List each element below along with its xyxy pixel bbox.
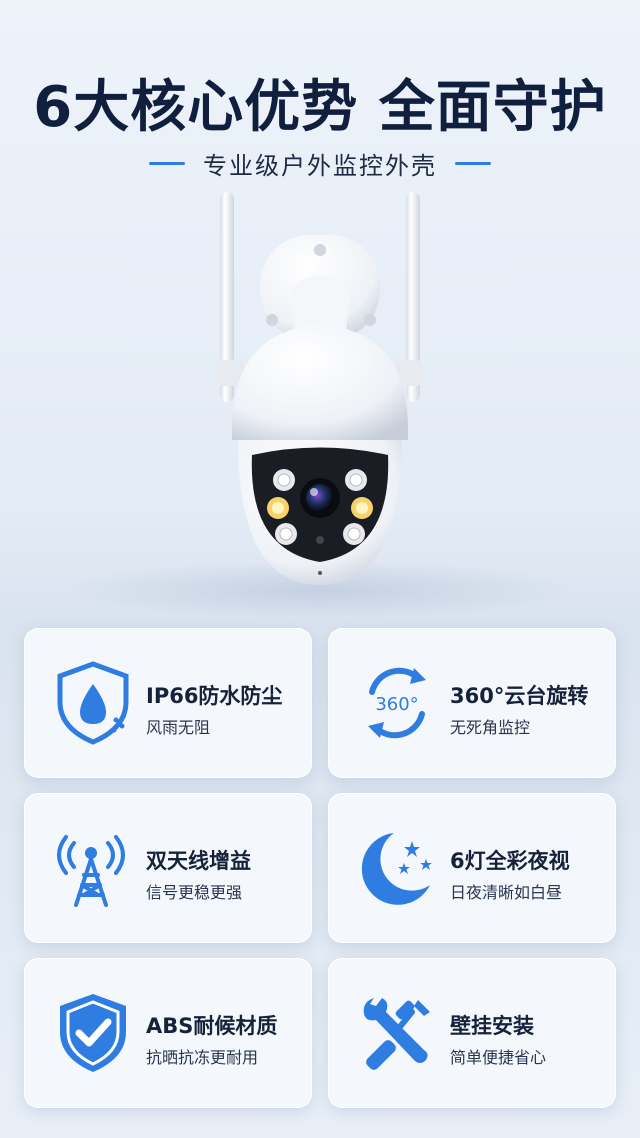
feature-desc: 风雨无阻 — [146, 718, 211, 737]
feature-title: 双天线增益 — [146, 849, 251, 873]
feature-desc: 抗晒抗冻更耐用 — [146, 1048, 259, 1067]
rotate-360-label: 360° — [375, 694, 418, 715]
feature-title: 壁挂安装 — [450, 1014, 534, 1038]
water-shield-icon — [57, 661, 129, 745]
feature-card-mounting: 壁挂安装 简单便捷省心 — [328, 958, 616, 1108]
antenna-tower-icon — [57, 835, 125, 907]
feature-title: 360°云台旋转 — [450, 684, 589, 708]
feature-card-night-vision: 6灯全彩夜视 日夜清晰如白昼 — [328, 793, 616, 943]
tools-icon — [363, 998, 430, 1070]
feature-desc: 信号更稳更强 — [146, 883, 243, 902]
moon-stars-icon — [361, 833, 432, 905]
feature-card-antenna: 双天线增益 信号更稳更强 — [24, 793, 312, 943]
page-title: 6大核心优势 全面守护 — [33, 75, 607, 140]
subtitle-line-right — [455, 162, 491, 165]
feature-desc: 日夜清晰如白昼 — [450, 883, 563, 902]
feature-card-waterproof: IP66防水防尘 风雨无阻 — [24, 628, 312, 778]
page-subtitle: 专业级户外监控外壳 — [203, 152, 437, 180]
camera-image — [216, 192, 424, 585]
feature-title: IP66防水防尘 — [146, 684, 283, 708]
subtitle-row: 专业级户外监控外壳 — [0, 146, 640, 181]
feature-title: ABS耐候材质 — [146, 1014, 278, 1038]
feature-card-rotation: 360° 360°云台旋转 无死角监控 — [328, 628, 616, 778]
feature-desc: 无死角监控 — [450, 718, 531, 737]
feature-title: 6灯全彩夜视 — [450, 849, 570, 873]
subtitle-line-left — [149, 162, 185, 165]
check-shield-icon — [60, 994, 126, 1072]
rotate-360-icon: 360° — [368, 667, 426, 739]
feature-desc: 简单便捷省心 — [450, 1048, 547, 1067]
feature-card-material: ABS耐候材质 抗晒抗冻更耐用 — [24, 958, 312, 1108]
